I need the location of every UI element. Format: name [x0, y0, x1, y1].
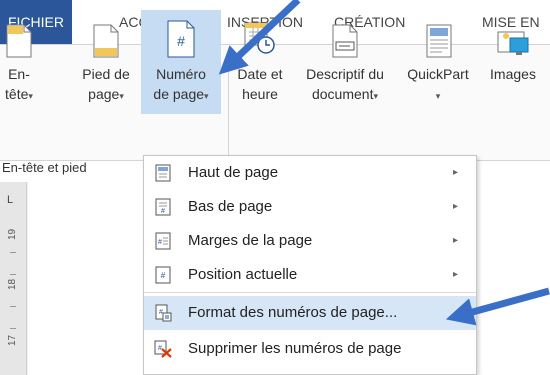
menu-item-top-of-page[interactable]: Haut de page ▸	[144, 156, 476, 190]
svg-text:#: #	[161, 208, 165, 215]
date-time-button[interactable]: Date et heure	[232, 10, 288, 114]
footer-icon	[93, 24, 119, 58]
menu-item-label: Position actuelle	[188, 266, 298, 283]
submenu-arrow-icon: ▸	[453, 201, 459, 212]
svg-text:#: #	[158, 345, 162, 352]
menu-item-format-page-numbers[interactable]: # Format des numéros de page...	[144, 296, 476, 330]
ruler-number-17: 17	[7, 334, 18, 346]
page-number-button[interactable]: # Numéro de page▾	[141, 10, 221, 114]
page-number-dropdown-caret: ▾	[204, 91, 209, 101]
footer-label-2: page	[88, 86, 120, 102]
svg-text:#: #	[177, 33, 185, 49]
ruler-number-19: 19	[7, 228, 18, 240]
document-info-label-2: document	[311, 86, 374, 102]
header-dropdown-caret: ▾	[28, 91, 33, 101]
document-info-icon	[332, 24, 358, 58]
date-time-label-1: Date et	[237, 66, 283, 82]
images-button[interactable]: Images	[476, 10, 550, 114]
page-number-icon: #	[167, 20, 195, 58]
page-margins-icon: #	[155, 232, 171, 250]
menu-item-current-position[interactable]: # Position actuelle ▸	[144, 258, 476, 292]
ruler-tick	[10, 252, 16, 253]
page-number-menu: Haut de page ▸ # Bas de page ▸ # Marges …	[143, 155, 477, 375]
page-bottom-icon: #	[155, 198, 171, 216]
menu-divider	[144, 292, 476, 293]
menu-item-label: Supprimer les numéros de page	[188, 340, 402, 357]
quickpart-button[interactable]: QuickPart ▾	[402, 10, 474, 114]
svg-text:#: #	[158, 239, 162, 246]
date-time-label-2: heure	[242, 86, 278, 102]
menu-item-page-margins[interactable]: # Marges de la page ▸	[144, 224, 476, 258]
quickpart-icon	[426, 24, 452, 58]
footer-dropdown-caret: ▾	[119, 91, 124, 101]
svg-text:#: #	[159, 309, 163, 316]
menu-item-label: Marges de la page	[188, 232, 313, 249]
ribbon-group-label: En-tête et pied	[2, 160, 87, 175]
images-label: Images	[490, 66, 536, 82]
document-info-label-1: Descriptif du	[306, 66, 384, 82]
submenu-arrow-icon: ▸	[453, 167, 459, 178]
ruler-tick	[10, 306, 16, 307]
footer-label-1: Pied de	[82, 66, 130, 82]
ruler-tab-marker: L	[7, 194, 14, 206]
header-label-2: tête	[5, 86, 29, 102]
ruler-number-18: 18	[7, 278, 18, 290]
current-position-icon: #	[155, 266, 171, 284]
page-number-label-1: Numéro	[156, 66, 206, 82]
quickpart-dropdown-caret: ▾	[435, 91, 441, 101]
images-icon	[497, 31, 529, 55]
vertical-ruler: L 19 18 17	[0, 182, 27, 375]
menu-item-bottom-of-page[interactable]: # Bas de page ▸	[144, 190, 476, 224]
delete-numbers-icon: #	[154, 340, 172, 358]
submenu-arrow-icon: ▸	[453, 235, 459, 246]
svg-text:#: #	[161, 271, 166, 280]
format-numbers-icon: #	[155, 304, 172, 322]
page-top-icon	[155, 164, 171, 182]
ruler-tick	[10, 274, 16, 275]
document-info-button[interactable]: Descriptif du document▾	[290, 10, 400, 114]
menu-item-remove-page-numbers[interactable]: # Supprimer les numéros de page	[144, 332, 476, 366]
header-button[interactable]: En- tête▾	[0, 10, 38, 114]
calendar-clock-icon	[244, 22, 275, 54]
header-label-1: En-	[8, 66, 30, 82]
submenu-arrow-icon: ▸	[453, 269, 459, 280]
page-number-label-2: de page	[153, 86, 205, 102]
menu-item-label: Format des numéros de page...	[188, 304, 398, 321]
header-icon	[6, 24, 32, 58]
quickpart-label: QuickPart	[407, 66, 469, 82]
menu-item-label: Bas de page	[188, 198, 273, 215]
document-info-dropdown-caret: ▾	[373, 91, 378, 101]
footer-button[interactable]: Pied de page▾	[73, 10, 139, 114]
ruler-tick	[10, 328, 16, 329]
menu-item-label: Haut de page	[188, 164, 279, 181]
